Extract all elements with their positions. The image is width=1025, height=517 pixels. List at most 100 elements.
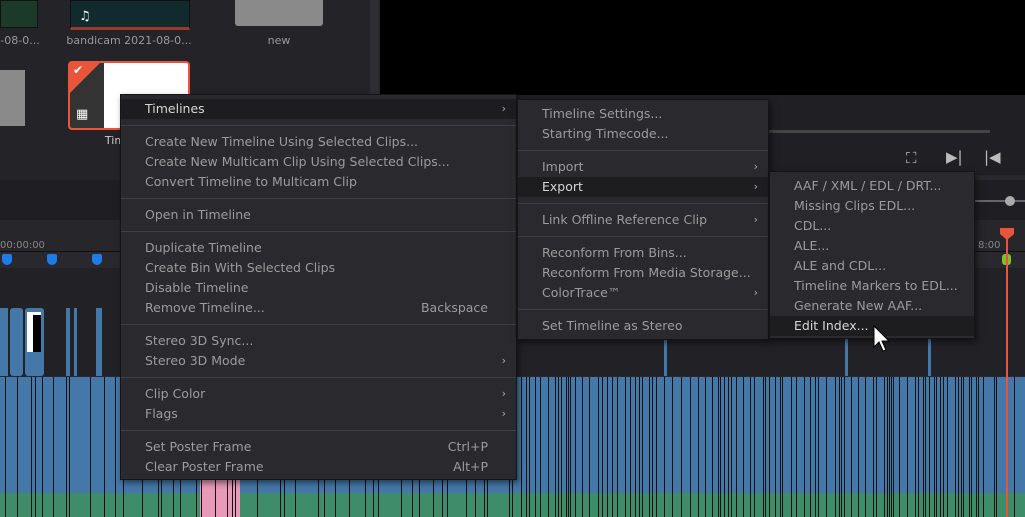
- menu-item[interactable]: CDL...: [770, 216, 974, 236]
- menu-item[interactable]: Import ›: [518, 157, 768, 177]
- clip-edge: [1014, 493, 1015, 517]
- menu-item[interactable]: ALE...: [770, 236, 974, 256]
- marker[interactable]: [2, 254, 12, 265]
- clip-edge: [142, 493, 143, 517]
- clip-edge: [736, 377, 737, 493]
- clip-edge: [235, 493, 236, 517]
- menu-item[interactable]: ALE and CDL...: [770, 256, 974, 276]
- clip-edge: [750, 377, 751, 493]
- marker[interactable]: [92, 254, 102, 265]
- clip-edge: [5, 493, 6, 517]
- menu-item[interactable]: Export ›: [518, 177, 768, 197]
- menu-item[interactable]: Link Offline Reference Clip ›: [518, 210, 768, 230]
- folder-icon[interactable]: [235, 0, 323, 26]
- clip-edge: [765, 377, 766, 493]
- menu-item[interactable]: Set Poster Frame Ctrl+P: [121, 437, 516, 457]
- menu-item[interactable]: Convert Timeline to Multicam Clip: [121, 172, 516, 192]
- menu-item[interactable]: Starting Timecode...: [518, 124, 768, 144]
- menu-item[interactable]: Disable Timeline: [121, 278, 516, 298]
- menu-item[interactable]: Stereo 3D Sync...: [121, 331, 516, 351]
- clip-edge: [865, 377, 866, 493]
- clip-edge: [598, 493, 599, 517]
- menu-item[interactable]: Create New Multicam Clip Using Selected …: [121, 152, 516, 172]
- menu-item[interactable]: Timeline Markers to EDL...: [770, 276, 974, 296]
- clip-edge: [561, 377, 562, 493]
- clip-edge: [769, 377, 770, 493]
- zoom-slider[interactable]: [975, 200, 1025, 202]
- menu-item[interactable]: Clip Color ›: [121, 384, 516, 404]
- clip-edge: [765, 493, 766, 517]
- menu-item[interactable]: Stereo 3D Mode ›: [121, 351, 516, 371]
- clip-edge: [884, 493, 885, 517]
- video-clip[interactable]: [0, 308, 8, 376]
- clip-thumbnail[interactable]: ♫: [70, 0, 190, 30]
- pink-clip[interactable]: [200, 493, 240, 517]
- video-clip[interactable]: [10, 308, 23, 376]
- next-frame-icon[interactable]: ▶|: [946, 148, 963, 166]
- clip-edge: [731, 377, 732, 493]
- menu-item[interactable]: Missing Clips EDL...: [770, 196, 974, 216]
- clip-edge: [844, 377, 845, 493]
- video-clip[interactable]: [66, 308, 70, 376]
- menu-item[interactable]: Timelines ›: [121, 99, 516, 119]
- video-clip[interactable]: [96, 308, 102, 376]
- menu-item[interactable]: Edit Index...: [770, 316, 974, 336]
- clip-edge: [815, 377, 816, 493]
- clip-edge: [815, 493, 816, 517]
- video-clip[interactable]: [74, 308, 77, 376]
- menu-item[interactable]: Timeline Settings...: [518, 104, 768, 124]
- clip-edge: [718, 493, 719, 517]
- menu-item[interactable]: Set Timeline as Stereo: [518, 316, 768, 336]
- menu-item[interactable]: Reconform From Bins...: [518, 243, 768, 263]
- clip-edge: [889, 493, 890, 517]
- menu-item[interactable]: Duplicate Timeline: [121, 238, 516, 258]
- menu-item-label: Clip Color: [145, 386, 206, 401]
- prev-frame-icon[interactable]: |◀: [984, 148, 1001, 166]
- folder-icon[interactable]: [0, 70, 25, 126]
- clip-edge: [971, 493, 972, 517]
- audio-track-2[interactable]: [0, 493, 1025, 517]
- clip-edge: [690, 377, 691, 493]
- clip-edge: [548, 377, 549, 493]
- menu-separator: [121, 324, 516, 325]
- menu-item[interactable]: Reconform From Media Storage...: [518, 263, 768, 283]
- clip-edge: [335, 493, 336, 517]
- marker[interactable]: [47, 254, 57, 265]
- loop-icon[interactable]: ⛶: [906, 149, 917, 167]
- video-clip[interactable]: [25, 308, 44, 376]
- start-timecode: 00:00:00: [0, 240, 45, 251]
- clip-edge: [561, 493, 562, 517]
- clip-edge: [1014, 377, 1015, 493]
- menu-item[interactable]: Clear Poster Frame Alt+P: [121, 457, 516, 477]
- clip-edge: [899, 493, 900, 517]
- menu-item[interactable]: ColorTrace™ ›: [518, 283, 768, 303]
- clip-edge: [201, 493, 202, 517]
- clip-edge: [42, 493, 43, 517]
- clip-edge: [961, 377, 962, 493]
- menu-item-label: Flags: [145, 406, 178, 421]
- menu-item[interactable]: Remove Timeline... Backspace: [121, 298, 516, 318]
- clip-edge: [521, 377, 522, 493]
- clip-thumbnail[interactable]: [0, 0, 38, 28]
- menu-item[interactable]: AAF / XML / EDL / DRT...: [770, 176, 974, 196]
- menu-item[interactable]: Flags ›: [121, 404, 516, 424]
- clip-edge: [958, 377, 959, 493]
- clip-edge: [123, 493, 124, 517]
- timeline-icon: ▦: [76, 107, 89, 122]
- clip-edge: [978, 493, 979, 517]
- viewer: [380, 0, 1025, 95]
- clip-edge: [529, 377, 530, 493]
- zoom-slider-handle[interactable]: [1005, 196, 1015, 206]
- menu-item[interactable]: Generate New AAF...: [770, 296, 974, 316]
- clip-edge: [257, 493, 258, 517]
- menu-item[interactable]: Open in Timeline: [121, 205, 516, 225]
- clip-edge: [635, 377, 636, 493]
- clip-edge: [718, 377, 719, 493]
- clip-edge: [35, 493, 36, 517]
- clip-edge: [873, 493, 874, 517]
- clip-edge: [705, 377, 706, 493]
- clip-edge: [918, 493, 919, 517]
- menu-item[interactable]: Create New Timeline Using Selected Clips…: [121, 132, 516, 152]
- playhead[interactable]: [1006, 228, 1008, 517]
- menu-item[interactable]: Create Bin With Selected Clips: [121, 258, 516, 278]
